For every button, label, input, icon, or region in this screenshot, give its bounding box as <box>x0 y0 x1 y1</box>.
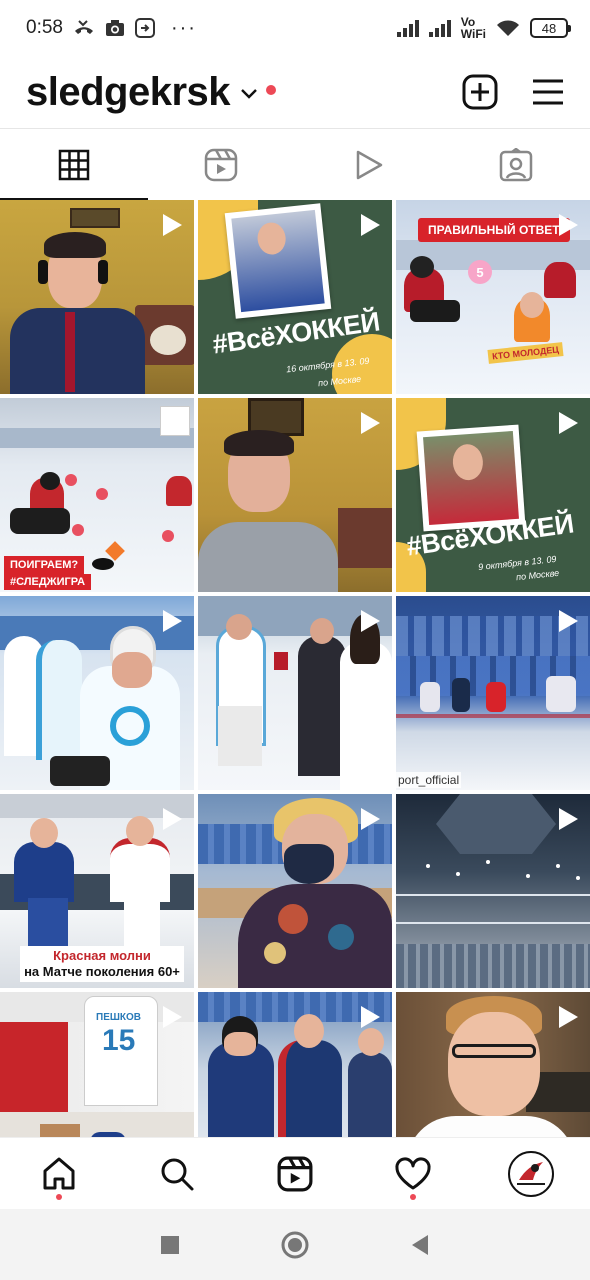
reel-indicator-icon <box>361 214 380 236</box>
reel-indicator-icon <box>163 808 182 830</box>
heart-icon <box>395 1156 431 1189</box>
posts-grid: #ВсёХОККЕЙ 16 октября в 13. 09 по Москве… <box>0 200 590 1137</box>
home-circle-icon[interactable] <box>281 1231 309 1259</box>
signal-icon <box>396 19 419 37</box>
reel-indicator-icon <box>559 214 578 236</box>
search-icon <box>161 1158 194 1190</box>
nav-profile[interactable] <box>472 1138 590 1209</box>
post-city: по Москве <box>515 567 560 583</box>
profile-tabs <box>0 128 590 200</box>
post-badge: КТО МОЛОДЕЦ <box>487 342 564 364</box>
post-thumbnail[interactable] <box>0 200 194 394</box>
nav-activity[interactable] <box>354 1138 472 1209</box>
notification-dot <box>56 1194 62 1200</box>
camera-icon <box>105 20 124 36</box>
vowifi-label: Vo WiFi <box>460 15 486 41</box>
post-thumbnail[interactable] <box>396 992 590 1137</box>
post-tag: ПОИГРАЕМ? <box>4 556 85 574</box>
post-thumbnail[interactable] <box>198 794 392 988</box>
more-notifications-icon: ··· <box>170 16 197 39</box>
post-watermark: port_official <box>396 772 462 788</box>
reel-indicator-icon <box>163 1006 182 1028</box>
post-thumbnail[interactable] <box>198 596 392 790</box>
jersey-name: ПЕШКОВ <box>96 1012 142 1023</box>
play-icon <box>356 150 382 179</box>
nav-search[interactable] <box>118 1138 236 1209</box>
reels-icon <box>205 148 238 181</box>
post-thumbnail[interactable]: ПРАВИЛЬНЫЙ ОТВЕТ 5 КТО МОЛОДЕЦ <box>396 200 590 394</box>
reel-indicator-icon <box>361 808 380 830</box>
post-thumbnail[interactable] <box>198 398 392 592</box>
post-thumbnail[interactable]: ПОИГРАЕМ? #СЛЕДЖИГРА <box>0 398 194 592</box>
nav-reels[interactable] <box>236 1138 354 1209</box>
reel-indicator-icon <box>559 1006 578 1028</box>
notification-dot <box>410 1194 416 1200</box>
reel-indicator-icon <box>361 412 380 434</box>
battery-level: 48 <box>541 20 557 36</box>
status-bar: 0:58 ··· Vo WiFi 48 <box>0 0 590 56</box>
reel-indicator-icon <box>361 1006 380 1028</box>
avatar <box>508 1150 554 1197</box>
post-tag: #СЛЕДЖИГРА <box>4 574 92 590</box>
post-thumbnail[interactable] <box>198 992 392 1137</box>
tab-posts-grid[interactable] <box>0 129 148 200</box>
tab-reels[interactable] <box>148 129 296 200</box>
tab-tagged[interactable] <box>443 129 590 200</box>
signal-icon <box>428 19 451 37</box>
reel-indicator-icon <box>163 610 182 632</box>
tab-videos[interactable] <box>295 129 443 200</box>
profile-logo-icon <box>512 1154 550 1193</box>
reel-indicator-icon <box>361 610 380 632</box>
post-thumbnail[interactable]: port_official <box>396 596 590 790</box>
post-thumbnail[interactable]: #ВсёХОККЕЙ 16 октября в 13. 09 по Москве <box>198 200 392 394</box>
post-tag: ПРАВИЛЬНЫЙ ОТВЕТ <box>418 218 570 242</box>
tagged-icon <box>500 147 533 181</box>
reels-icon <box>277 1156 313 1191</box>
back-icon[interactable] <box>410 1234 430 1256</box>
reel-indicator-icon <box>559 610 578 632</box>
post-thumbnail[interactable] <box>0 596 194 790</box>
reel-indicator-icon <box>163 214 182 236</box>
menu-icon[interactable] <box>532 78 564 106</box>
profile-header: sledgekrsk <box>0 56 590 128</box>
jersey-number: 15 <box>102 1024 136 1057</box>
reel-indicator-icon <box>559 808 578 830</box>
status-time: 0:58 <box>26 17 63 38</box>
screen-cast-icon <box>134 18 155 38</box>
notification-dot <box>266 85 277 95</box>
profile-username[interactable]: sledgekrsk <box>26 70 231 115</box>
battery-icon: 48 <box>530 18 571 38</box>
new-post-icon[interactable] <box>462 74 498 110</box>
system-navigation <box>0 1209 590 1280</box>
post-thumbnail[interactable] <box>396 794 590 988</box>
number-badge: 5 <box>468 260 492 284</box>
post-thumbnail[interactable]: Красная молни на Матче поколения 60+ <box>0 794 194 988</box>
nav-home[interactable] <box>0 1138 118 1209</box>
post-thumbnail[interactable]: #ВсёХОККЕЙ 9 октября в 13. 09 по Москве <box>396 398 590 592</box>
reel-indicator-icon <box>559 412 578 434</box>
bottom-navigation <box>0 1137 590 1209</box>
recent-apps-icon[interactable] <box>160 1235 180 1255</box>
wifi-icon <box>497 20 519 36</box>
grid-icon <box>58 149 89 180</box>
missed-call-icon <box>74 20 93 34</box>
chevron-down-icon[interactable] <box>240 88 258 100</box>
home-icon <box>43 1157 75 1189</box>
post-caption: Красная молни на Матче поколения 60+ <box>20 946 184 982</box>
post-thumbnail[interactable]: ПЕШКОВ 15 <box>0 992 194 1137</box>
